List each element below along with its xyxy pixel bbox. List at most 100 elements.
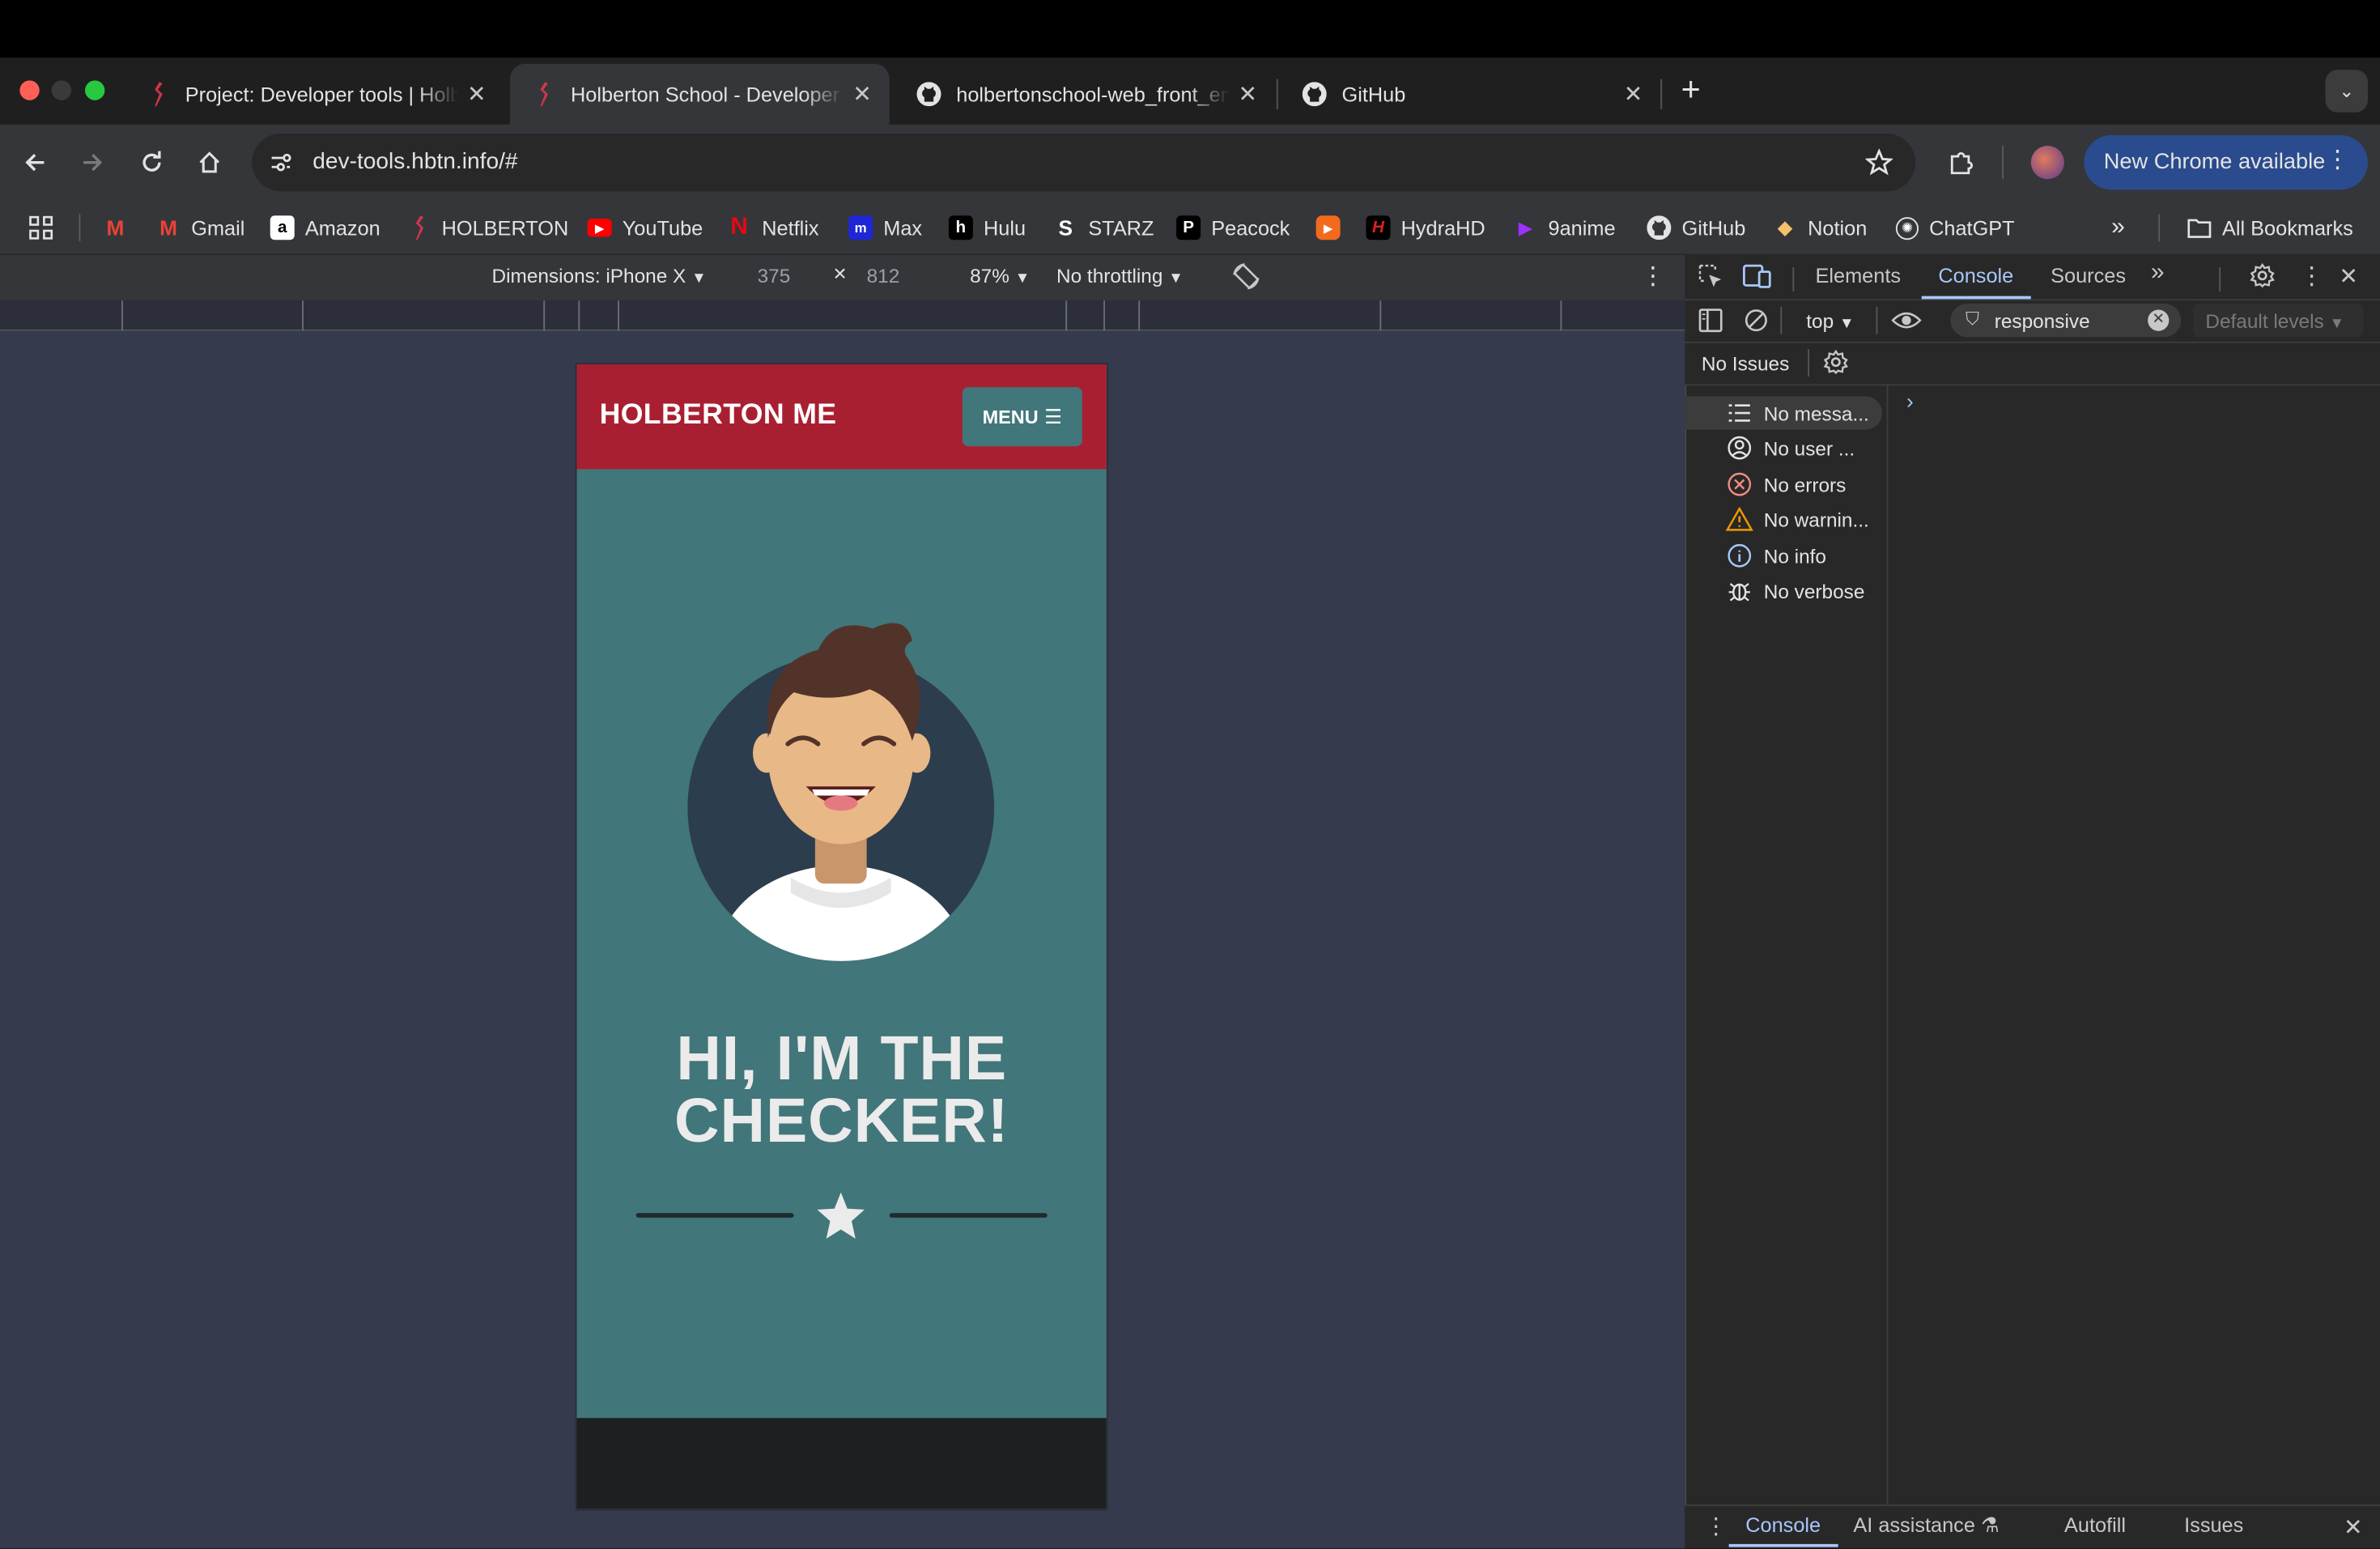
menu-button[interactable]: MENU ☰	[962, 387, 1082, 447]
tab-holberton-developer-tools[interactable]: Holberton School - Developer tools ✕	[510, 63, 890, 125]
close-drawer-icon[interactable]: ✕	[2344, 1513, 2363, 1541]
error-icon	[1726, 470, 1753, 498]
forward-button[interactable]	[73, 143, 113, 182]
context-select[interactable]: top ▼	[1806, 310, 1854, 333]
maximize-window-button[interactable]	[85, 80, 105, 100]
drawer-tab-console[interactable]: Console	[1745, 1513, 1821, 1536]
rotate-device-button[interactable]	[1231, 262, 1262, 296]
device-width-input[interactable]: 375	[758, 264, 791, 287]
device-toolbar-more-icon[interactable]: ⋮	[1641, 262, 1665, 292]
tab-separator	[1660, 79, 1663, 109]
settings-gear-icon[interactable]	[2250, 262, 2276, 293]
close-window-button[interactable]	[19, 80, 40, 100]
sidebar-item-info[interactable]: No info	[1685, 539, 1882, 572]
tab-sources[interactable]: Sources	[2051, 264, 2126, 287]
tab-github[interactable]: GitHub ✕	[1281, 64, 1661, 125]
bookmark-github[interactable]: GitHub	[1647, 214, 1745, 241]
bookmark-youtube[interactable]: ▶ YouTube	[587, 214, 703, 241]
holberton-icon	[146, 82, 170, 107]
ruler-tick	[121, 300, 123, 331]
bookmark-9anime[interactable]: ▶ 9anime	[1513, 214, 1616, 241]
ruler-tick	[1065, 300, 1068, 331]
tab-title: holbertonschool-web_front_end	[956, 83, 1230, 106]
toggle-device-toolbar-button[interactable]	[1742, 262, 1774, 294]
home-button[interactable]	[189, 143, 229, 182]
site-info-button[interactable]	[261, 143, 301, 182]
zoom-select[interactable]: 87% ▼	[970, 264, 1030, 287]
new-tab-button[interactable]: +	[1672, 72, 1709, 109]
site-brand[interactable]: HOLBERTON ME	[600, 399, 837, 432]
bookmark-hydrahd[interactable]: H HydraHD	[1366, 214, 1485, 241]
close-tab-icon[interactable]: ✕	[1615, 80, 1651, 108]
bookmark-notion[interactable]: ◆ Notion	[1773, 214, 1868, 241]
close-tab-icon[interactable]: ✕	[458, 80, 495, 108]
sidebar-item-verbose[interactable]: No verbose	[1685, 574, 1882, 607]
tab-title: Project: Developer tools | Holberton	[185, 83, 459, 106]
apps-button[interactable]	[29, 214, 53, 241]
tab-elements[interactable]: Elements	[1816, 264, 1902, 287]
tab-github-repo[interactable]: holbertonschool-web_front_end ✕	[895, 64, 1275, 125]
close-devtools-icon[interactable]: ✕	[2339, 262, 2358, 290]
close-tab-icon[interactable]: ✕	[844, 80, 881, 108]
bookmark-gmail-icon-only[interactable]: M	[104, 214, 138, 241]
drawer-more-icon[interactable]: ⋮	[1705, 1513, 1728, 1539]
minimize-window-button[interactable]	[51, 80, 72, 100]
profile-avatar[interactable]	[2030, 146, 2064, 180]
tab-project-developer-tools[interactable]: Project: Developer tools | Holberton ✕	[125, 64, 504, 125]
throttling-select[interactable]: No throttling ▼	[1056, 264, 1184, 287]
sidebar-toggle-icon[interactable]	[1698, 309, 1723, 340]
tab-search-button[interactable]: ⌄	[2325, 70, 2368, 113]
bookmark-hulu[interactable]: h Hulu	[948, 214, 1026, 241]
checker-avatar	[687, 623, 995, 961]
bookmark-starz[interactable]: S STARZ	[1053, 214, 1154, 241]
devtools-more-icon[interactable]: ⋮	[2300, 262, 2324, 292]
new-chrome-available-button[interactable]: New Chrome available ⋮	[2084, 134, 2368, 190]
all-bookmarks-button[interactable]: All Bookmarks	[2187, 214, 2353, 241]
peacock-icon: P	[1176, 215, 1201, 240]
more-bookmarks-button[interactable]: »	[2111, 214, 2125, 241]
console-settings-gear-icon[interactable]	[1823, 349, 1849, 382]
user-icon	[1726, 434, 1753, 462]
bookmark-chatgpt[interactable]: ✺ ChatGPT	[1895, 214, 2015, 241]
bookmark-peacock[interactable]: P Peacock	[1176, 214, 1290, 241]
drawer-tab-autofill[interactable]: Autofill	[2064, 1513, 2126, 1536]
clear-console-icon[interactable]	[1744, 309, 1768, 340]
more-tabs-icon[interactable]: »	[2151, 260, 2165, 287]
bookmark-amazon[interactable]: a Amazon	[270, 214, 380, 241]
back-button[interactable]	[15, 143, 55, 182]
clear-filter-icon[interactable]: ✕	[2148, 309, 2170, 331]
max-icon: m	[848, 215, 873, 240]
sidebar-item-messages[interactable]: No messa...	[1685, 396, 1882, 430]
caret-down-icon: ▼	[2329, 316, 2345, 333]
reload-button[interactable]	[132, 143, 172, 182]
forward-arrow-icon	[83, 154, 103, 172]
ruler-tick	[578, 300, 580, 331]
inspect-element-button[interactable]	[1697, 262, 1724, 294]
tab-console[interactable]: Console	[1938, 264, 2013, 287]
log-levels-select[interactable]: Default levels ▼	[2193, 304, 2364, 338]
bookmark-play[interactable]: ▶	[1315, 214, 1351, 241]
issues-count[interactable]: No Issues	[1702, 352, 1789, 375]
console-prompt-chevron-icon[interactable]: ›	[1906, 389, 1914, 413]
live-expression-eye-icon[interactable]	[1891, 309, 1922, 340]
hamburger-icon: ☰	[1044, 404, 1063, 428]
device-height-input[interactable]: 812	[867, 264, 900, 287]
sidebar-item-user-messages[interactable]: No user ...	[1685, 432, 1882, 465]
close-tab-icon[interactable]: ✕	[1230, 80, 1266, 108]
sidebar-item-warnings[interactable]: No warnin...	[1685, 503, 1882, 536]
notion-icon: ◆	[1777, 215, 1793, 239]
bookmark-holberton[interactable]: HOLBERTON	[407, 214, 568, 241]
drawer-tab-ai-assistance[interactable]: AI assistance ⚗	[1853, 1513, 1999, 1538]
drawer-tab-issues[interactable]: Issues	[2184, 1513, 2243, 1536]
inspect-icon	[1698, 264, 1722, 287]
bookmark-star-button[interactable]	[1859, 143, 1899, 182]
console-filter-input[interactable]: ⛉ responsive ✕	[1950, 304, 2182, 338]
bookmark-netflix[interactable]: N Netflix	[727, 214, 818, 241]
url-text[interactable]: dev-tools.hbtn.info/#	[312, 149, 517, 175]
sidebar-item-errors[interactable]: No errors	[1685, 468, 1882, 501]
bookmark-max[interactable]: m Max	[848, 214, 922, 241]
star-icon	[817, 1192, 865, 1239]
extensions-button[interactable]	[1941, 143, 1981, 182]
bookmark-gmail[interactable]: M Gmail	[156, 214, 244, 241]
device-dimensions-select[interactable]: Dimensions: iPhone X ▼	[492, 264, 707, 287]
